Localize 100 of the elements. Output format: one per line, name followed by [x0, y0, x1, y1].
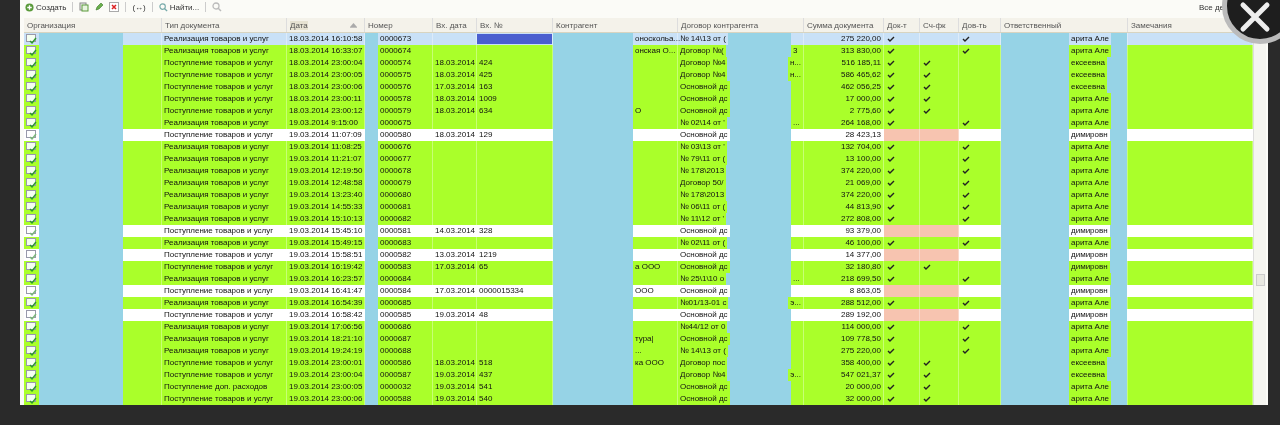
document-check-icon	[26, 142, 37, 152]
column-header[interactable]: Замечания	[1131, 20, 1172, 30]
column-header[interactable]: Тип документа	[165, 20, 220, 30]
table-cell-text: 0000686	[379, 321, 413, 333]
table-cell-text: 0000576	[379, 81, 413, 93]
table-cell-text: 0000585	[379, 309, 413, 321]
column-header[interactable]: Док-т	[887, 20, 907, 30]
table-cell-text: арита Але	[1070, 393, 1111, 405]
column-header[interactable]: Дата	[290, 20, 308, 30]
table-row[interactable]: Реализация товаров и услуг 18.03.2014 16:10:58 0000673 оноскольа...№ 14\13 от ( 275 220,00 арита Але	[24, 33, 1253, 45]
table-row[interactable]: Реализация товаров и услуг 19.03.2014 19:24:19 0000688 ... № 14\13 от ( 275 220,00 арита Але	[24, 345, 1253, 357]
table-row[interactable]: Поступление товаров и услуг 18.03.2014 23:00:11 0000578 18.03.2014 1009 Основной дс 17 000,00 арита Але	[24, 93, 1253, 105]
table-row[interactable]: Поступление товаров и услуг 19.03.2014 16:41:47 0000584 17.03.2014 0000015334 ООО Основной дс 8 863,05 димировн	[24, 285, 1253, 297]
document-check-icon	[26, 358, 37, 368]
table-row[interactable]: Реализация товаров и услуг 19.03.2014 15:49:15 0000683 № 02\11 от ( 46 100,00 арита Але	[24, 237, 1253, 249]
table-row[interactable]: Реализация товаров и услуг 19.03.2014 15:10:13 0000682 № 11\12 от ' 272 808,00 арита Але	[24, 213, 1253, 225]
table-cell-text: 0000679	[379, 177, 413, 189]
table-cell-text: Основной дс	[679, 393, 729, 405]
table-row[interactable]: Реализация товаров и услуг 19.03.2014 16:54:39 0000685 №01/13-01 с э... 288 512,00 арита Але	[24, 297, 1253, 309]
table-cell-text: 0000673	[379, 33, 413, 45]
scrollbar-thumb[interactable]	[1256, 274, 1265, 286]
table-row[interactable]: Поступление товаров и услуг 19.03.2014 16:58:42 0000585 19.03.2014 48 Основной дс 289 192,00 димировн	[24, 309, 1253, 321]
table-cell-text: димировн	[1070, 309, 1109, 321]
delete-icon[interactable]	[108, 1, 121, 13]
table-cell-text: 0000676	[379, 141, 413, 153]
table-row[interactable]: Реализация товаров и услуг 19.03.2014 18:21:10 0000687 тура| Основной дс 109 778,50 арита Але	[24, 333, 1253, 345]
table-cell-text: 0000685	[379, 297, 413, 309]
table-cell-text: ...	[792, 273, 801, 285]
column-header[interactable]: Номер	[368, 20, 393, 30]
redaction-block	[1111, 393, 1127, 405]
find-button[interactable]: Найти...	[157, 1, 201, 13]
check-icon	[887, 300, 895, 306]
column-header[interactable]: Организация	[27, 20, 76, 30]
table-cell-text: 0000677	[379, 153, 413, 165]
table-cell-text: 0000586	[379, 357, 413, 369]
column-header[interactable]: Дов-ть	[962, 20, 987, 30]
pencil-icon[interactable]	[93, 1, 106, 13]
table-row[interactable]: Поступление товаров и услуг 18.03.2014 23:00:06 0000576 17.03.2014 163 Основной дс 462 056,25 ексеевна	[24, 81, 1253, 93]
table-row[interactable]: Реализация товаров и услуг 19.03.2014 11:21:07 0000677 № 79\11 от ( 13 100,00 арита Але	[24, 153, 1253, 165]
table-cell-text: Основной дс	[679, 285, 729, 297]
table-cell-text: № 02\11 от (	[679, 237, 727, 249]
interval-button[interactable]: (↔)	[131, 1, 147, 13]
document-check-icon	[26, 178, 37, 188]
table-cell-text: 0000678	[379, 165, 413, 177]
table-cell-text: ексеевна	[1070, 57, 1107, 69]
column-header[interactable]: Контрагент	[556, 20, 598, 30]
table-cell-text: 0000681	[379, 201, 413, 213]
table-row[interactable]: Поступление товаров и услуг 18.03.2014 23:00:04 0000574 18.03.2014 424 Договор №4 н... 516 185,11 ексеевна	[24, 57, 1253, 69]
table-row[interactable]: Реализация товаров и услуг 19.03.2014 16:23:57 0000684 № 25\1\10 о ... 218 699,50 арита Але	[24, 273, 1253, 285]
document-check-icon	[26, 214, 37, 224]
table-row[interactable]: Реализация товаров и услуг 19.03.2014 12:19:50 0000678 № 178\2013 374 220,00 арита Але	[24, 165, 1253, 177]
table-row[interactable]: Поступление товаров и услуг 19.03.2014 23:00:06 0000588 19.03.2014 540 Основной дс 32 000,00 арита Але	[24, 393, 1253, 405]
redaction-block	[1001, 393, 1069, 405]
table-row[interactable]: Реализация товаров и услуг 19.03.2014 12:48:58 0000679 Договор 50/ 21 069,00 арита Але	[24, 177, 1253, 189]
check-icon	[962, 120, 970, 126]
table-cell-text: э...	[789, 297, 802, 309]
document-check-icon	[26, 154, 37, 164]
create-button[interactable]: Создать	[24, 1, 68, 13]
table-cell-text: арита Але	[1070, 141, 1111, 153]
column-header[interactable]: Сч-фк	[923, 20, 946, 30]
table-cell-text: Основной дс	[679, 129, 729, 141]
table-row[interactable]: Поступление доп. расходов 19.03.2014 23:00:05 0000032 19.03.2014 541 Основной дс 20 000,00 арита Але	[24, 381, 1253, 393]
table-row[interactable]: Поступление товаров и услуг 19.03.2014 16:19:42 0000583 17.03.2014 65 а ООО Основной дс 32 180,80 димировн	[24, 261, 1253, 273]
table-cell-text: димировн	[1070, 249, 1109, 261]
table-row[interactable]: Поступление товаров и услуг 19.03.2014 15:45:10 0000581 14.03.2014 328 Основной дс 93 379,00 димировн	[24, 225, 1253, 237]
table-cell-text: арита Але	[1070, 105, 1111, 117]
document-check-icon	[26, 298, 37, 308]
table-cell-text: арита Але	[1070, 237, 1111, 249]
column-header[interactable]: Сумма документа	[807, 20, 874, 30]
table-row[interactable]: Реализация товаров и услуг 19.03.2014 13:23:40 0000680 № 178\2013 374 220,00 арита Але	[24, 189, 1253, 201]
table-row[interactable]: Реализация товаров и услуг 18.03.2014 16:33:07 0000674 онская О... Договор №( 3 313 830,00 арита Але	[24, 45, 1253, 57]
table-cell-text: Основной дс	[679, 105, 729, 117]
column-header[interactable]: Вх. дата	[436, 20, 467, 30]
copy-icon[interactable]	[78, 1, 91, 13]
document-check-icon	[26, 166, 37, 176]
table-row[interactable]: Поступление товаров и услуг 18.03.2014 23:00:05 0000575 18.03.2014 425 Договор №4 н... 586 465,62 ексеевна	[24, 69, 1253, 81]
document-check-icon	[26, 394, 37, 404]
table-cell-text: димировн	[1070, 225, 1109, 237]
table-cell-text: ...	[792, 117, 801, 129]
search-icon[interactable]	[211, 1, 224, 13]
table-row[interactable]: Реализация товаров и услуг 19.03.2014 14:55:33 0000681 № 06\11 от ( 44 813,90 арита Але	[24, 201, 1253, 213]
table-row[interactable]: Поступление товаров и услуг 19.03.2014 11:07:09 0000580 18.03.2014 129 Основной дс 28 423,13 димировн	[24, 129, 1253, 141]
table-row[interactable]: Реализация товаров и услуг 19.03.2014 17:06:56 0000686 №44/12 от 0 114 000,00 арита Але	[24, 321, 1253, 333]
table-row[interactable]: Поступление товаров и услуг 19.03.2014 23:00:01 0000586 18.03.2014 518 ка ООО Договор пос 358 400,00 ексеевна	[24, 357, 1253, 369]
table-row[interactable]: Поступление товаров и услуг 18.03.2014 23:00:12 0000579 18.03.2014 634 О Основной дс 2 775,60 арита Але	[24, 105, 1253, 117]
table-row[interactable]: Реализация товаров и услуг 19.03.2014 11:08:25 0000676 № 03\13 от ' 132 704,00 арита Але	[24, 141, 1253, 153]
column-header[interactable]: Ответственный	[1004, 20, 1062, 30]
column-header[interactable]: Вх. №	[480, 20, 503, 30]
table-row[interactable]: Реализация товаров и услуг 19.03.2014 9:15:00 0000675 № 02\14 от ' ... 264 168,00 арита Але	[24, 117, 1253, 129]
table-row[interactable]: Поступление товаров и услуг 19.03.2014 23:00:04 0000587 19.03.2014 437 Договор №4 э... 547 021,37 ексеевна	[24, 369, 1253, 381]
document-check-icon	[26, 238, 37, 248]
document-check-icon	[26, 274, 37, 284]
table-cell-text: 0000574	[379, 57, 413, 69]
document-check-icon	[26, 334, 37, 344]
document-check-icon	[26, 286, 37, 296]
table-cell-text: арита Але	[1070, 93, 1111, 105]
document-check-icon	[26, 226, 37, 236]
column-header[interactable]: Договор контрагента	[681, 20, 759, 30]
table-row[interactable]: Поступление товаров и услуг 19.03.2014 15:58:51 0000582 13.03.2014 1219 Основной дс 14 377,00 димировн	[24, 249, 1253, 261]
table-cell-text: 0000575	[379, 69, 413, 81]
